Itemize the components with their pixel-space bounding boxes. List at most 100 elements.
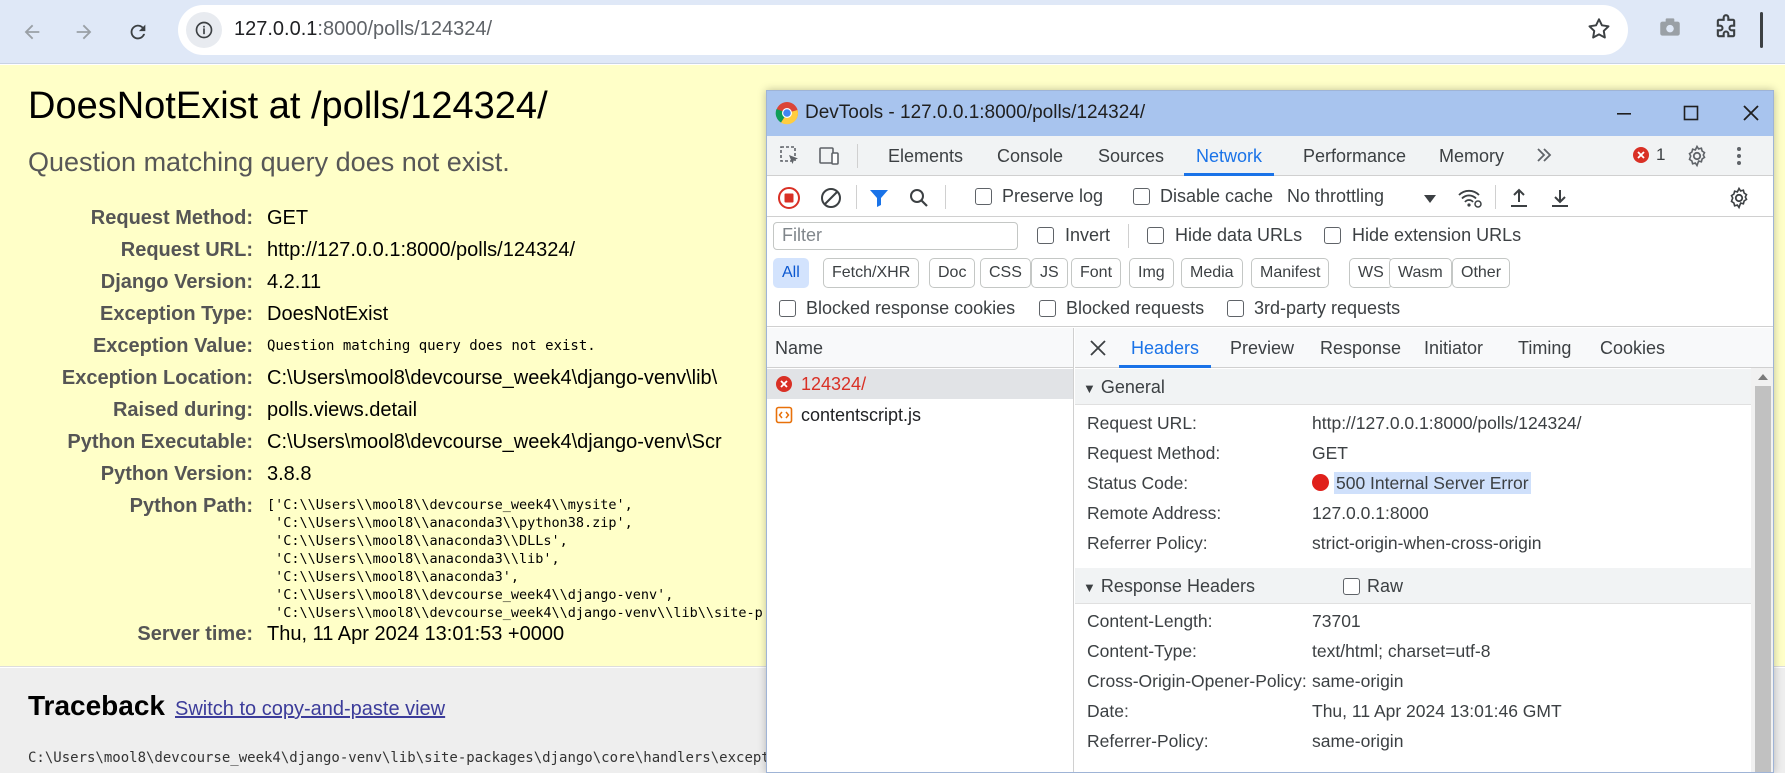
close-icon xyxy=(1090,340,1106,356)
forward-button[interactable] xyxy=(64,12,104,52)
throttling-dropdown-arrow[interactable] xyxy=(1423,190,1437,209)
tab-elements[interactable]: Elements xyxy=(888,136,963,176)
meta-value: Question matching query does not exist. xyxy=(267,338,596,354)
copy-paste-view-link[interactable]: Switch to copy-and-paste view xyxy=(175,698,445,721)
back-button[interactable] xyxy=(12,12,52,52)
close-detail-button[interactable] xyxy=(1088,338,1108,362)
meta-key: Exception Type: xyxy=(100,303,253,325)
tab-preview[interactable]: Preview xyxy=(1230,328,1294,368)
device-icon xyxy=(819,147,839,165)
tab-memory[interactable]: Memory xyxy=(1439,136,1504,176)
inspect-element-button[interactable] xyxy=(778,144,802,172)
network-settings-button[interactable] xyxy=(1727,186,1751,214)
type-filter-manifest[interactable]: Manifest xyxy=(1251,258,1330,288)
type-filter-font[interactable]: Font xyxy=(1071,258,1122,288)
network-toolbar: Preserve log Disable cache No throttling xyxy=(767,177,1773,217)
address-bar[interactable]: 127.0.0.1:8000/polls/124324/ xyxy=(178,5,1628,55)
url-text[interactable]: 127.0.0.1:8000/polls/124324/ xyxy=(234,18,492,41)
response-headers-section-header[interactable]: ▼ Response Headers Raw xyxy=(1075,568,1751,604)
tab-network[interactable]: Network xyxy=(1184,136,1275,176)
scroll-up-arrow-icon[interactable] xyxy=(1757,372,1769,382)
tab-timing[interactable]: Timing xyxy=(1518,328,1571,368)
hide-data-urls-checkbox[interactable] xyxy=(1147,227,1164,244)
type-filter-other[interactable]: Other xyxy=(1452,258,1511,288)
record-button[interactable] xyxy=(777,186,801,214)
header-row: Content-Type: text/html; charset=utf-8 xyxy=(1075,636,1751,666)
screenshot-button[interactable] xyxy=(1657,14,1683,44)
tab-console[interactable]: Console xyxy=(997,136,1063,176)
settings-button[interactable] xyxy=(1685,144,1709,172)
traceback-title: Traceback xyxy=(28,690,165,721)
more-tabs-button[interactable] xyxy=(1534,145,1554,169)
request-row[interactable]: contentscript.js xyxy=(767,400,1073,430)
search-button[interactable] xyxy=(907,186,931,214)
type-filter-img[interactable]: Img xyxy=(1129,258,1174,288)
meta-key: Request URL: xyxy=(120,239,253,261)
import-har-button[interactable] xyxy=(1507,186,1531,214)
url-host: 127.0.0.1 xyxy=(234,18,318,40)
disable-cache-checkbox[interactable] xyxy=(1133,188,1150,205)
caret-down-icon: ▼ xyxy=(1083,580,1096,595)
customize-menu-button[interactable] xyxy=(1727,144,1751,172)
blocked-cookies-checkbox[interactable] xyxy=(779,300,796,317)
meta-key: Python Version: xyxy=(100,463,253,485)
tab-cookies[interactable]: Cookies xyxy=(1600,328,1665,368)
meta-key: Python Executable: xyxy=(67,431,253,453)
invert-checkbox[interactable] xyxy=(1037,227,1054,244)
tab-performance[interactable]: Performance xyxy=(1303,136,1406,176)
raw-checkbox[interactable] xyxy=(1343,578,1360,595)
blocked-requests-checkbox[interactable] xyxy=(1039,300,1056,317)
network-conditions-button[interactable] xyxy=(1457,186,1483,214)
name-column-header[interactable]: Name xyxy=(767,328,1073,368)
star-icon xyxy=(1588,18,1610,39)
preserve-log-label: Preserve log xyxy=(1002,186,1104,206)
menu-edge[interactable] xyxy=(1760,12,1763,48)
meta-row: Exception Type: DoesNotExist xyxy=(0,298,770,330)
detail-scrollbar[interactable] xyxy=(1751,368,1773,772)
type-filter-all[interactable]: All xyxy=(773,258,809,288)
header-key: Request URL: xyxy=(1087,413,1197,433)
scrollbar-thumb[interactable] xyxy=(1755,386,1771,772)
hide-data-urls-label: Hide data URLs xyxy=(1175,225,1303,245)
type-filter-ws[interactable]: WS xyxy=(1349,258,1393,288)
type-filter-media[interactable]: Media xyxy=(1181,258,1243,288)
detail-tabs: Headers Preview Response Initiator Timin… xyxy=(1075,328,1773,368)
type-filter-fetch-xhr[interactable]: Fetch/XHR xyxy=(823,258,920,288)
type-filter-js[interactable]: JS xyxy=(1031,258,1068,288)
meta-value: GET xyxy=(267,207,309,229)
filter-toggle-button[interactable] xyxy=(867,186,891,214)
type-filter-doc[interactable]: Doc xyxy=(929,258,976,288)
upload-icon xyxy=(1511,188,1527,207)
third-party-checkbox[interactable] xyxy=(1227,300,1244,317)
close-window-button[interactable] xyxy=(1731,97,1771,129)
reload-button[interactable] xyxy=(118,12,158,52)
extensions-button[interactable] xyxy=(1712,14,1740,46)
minimize-button[interactable] xyxy=(1604,97,1644,129)
clear-button[interactable] xyxy=(819,186,843,214)
traceback-file-path: C:\Users\mool8\devcourse_week4\django-ve… xyxy=(28,750,812,766)
tab-headers[interactable]: Headers xyxy=(1119,328,1212,368)
preserve-log-checkbox[interactable] xyxy=(975,188,992,205)
maximize-button[interactable] xyxy=(1671,97,1711,129)
meta-value: 3.8.8 xyxy=(267,463,312,485)
devtools-titlebar[interactable]: DevTools - 127.0.0.1:8000/polls/124324/ xyxy=(767,91,1773,136)
header-row: Request Method: GET xyxy=(1075,438,1751,468)
meta-row: Server time: Thu, 11 Apr 2024 13:01:53 +0… xyxy=(0,618,770,650)
request-row[interactable]: 124324/ xyxy=(767,369,1073,399)
bookmark-button[interactable] xyxy=(1586,16,1612,46)
error-count-badge[interactable]: 1 xyxy=(1632,145,1665,168)
minimize-icon xyxy=(1617,113,1631,115)
tab-sources[interactable]: Sources xyxy=(1098,136,1164,176)
type-filter-wasm[interactable]: Wasm xyxy=(1389,258,1452,288)
tab-initiator[interactable]: Initiator xyxy=(1424,328,1483,368)
tab-response[interactable]: Response xyxy=(1320,328,1401,368)
hide-extension-urls-checkbox[interactable] xyxy=(1324,227,1341,244)
filter-input[interactable]: Filter xyxy=(773,222,1018,250)
throttling-select[interactable]: No throttling xyxy=(1287,186,1384,207)
device-toolbar-button[interactable] xyxy=(817,144,841,172)
funnel-icon xyxy=(870,190,888,207)
export-har-button[interactable] xyxy=(1548,186,1572,214)
general-section-header[interactable]: ▼ General xyxy=(1075,369,1751,405)
type-filter-css[interactable]: CSS xyxy=(980,258,1031,288)
site-info-button[interactable] xyxy=(186,12,222,48)
